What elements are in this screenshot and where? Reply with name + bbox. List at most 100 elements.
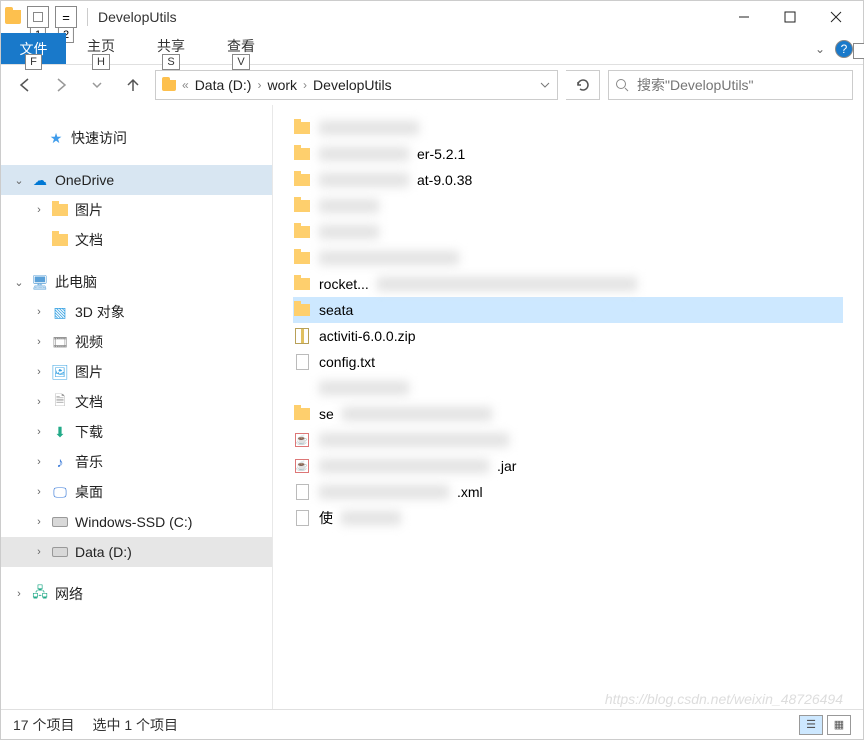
tree-onedrive[interactable]: ⌄ ☁ OneDrive: [1, 165, 272, 195]
tree-videos[interactable]: ›🎞视频: [1, 327, 272, 357]
maximize-button[interactable]: [767, 2, 813, 32]
title-separator: [87, 8, 88, 26]
file-item[interactable]: [293, 245, 843, 271]
chevron-right-icon[interactable]: ›: [33, 336, 45, 348]
tree-network[interactable]: › 🖧 网络: [1, 579, 272, 609]
download-icon: ⬇: [51, 424, 69, 440]
file-item[interactable]: [293, 193, 843, 219]
back-button[interactable]: [11, 71, 39, 99]
file-list[interactable]: er-5.2.1at-9.0.38 rocket...seataactiviti-…: [273, 105, 863, 709]
address-dropdown[interactable]: [539, 79, 551, 91]
chevron-right-icon[interactable]: ›: [33, 426, 45, 438]
selection-count: 选中 1 个项目: [92, 715, 178, 735]
forward-button[interactable]: [47, 71, 75, 99]
tree-3dobjects[interactable]: ›▧3D 对象: [1, 297, 272, 327]
tree-music[interactable]: ›♪音乐: [1, 447, 272, 477]
view-icons-button[interactable]: ▦: [827, 715, 851, 735]
tree-drive-d[interactable]: ›Data (D:): [1, 537, 272, 567]
status-bar: 17 个项目 选中 1 个项目 ☰ ▦: [1, 709, 863, 739]
file-item[interactable]: rocket...: [293, 271, 843, 297]
search-icon: [615, 78, 629, 92]
chevron-right-icon[interactable]: ›: [33, 306, 45, 318]
item-count: 17 个项目: [13, 715, 74, 735]
file-item[interactable]: at-9.0.38: [293, 167, 843, 193]
crumb-0[interactable]: Data (D:): [195, 77, 252, 93]
file-item[interactable]: [293, 219, 843, 245]
crumb-1[interactable]: work: [267, 77, 297, 93]
zip-icon: [293, 327, 311, 345]
file-item[interactable]: activiti-6.0.0.zip: [293, 323, 843, 349]
close-button[interactable]: [813, 2, 859, 32]
chevron-right-icon[interactable]: ›: [33, 366, 45, 378]
tab-share[interactable]: 共享 S: [136, 33, 206, 64]
file-item[interactable]: se: [293, 401, 843, 427]
chevron-right-icon[interactable]: ›: [33, 516, 45, 528]
search-input[interactable]: [635, 76, 846, 94]
file-item[interactable]: seata: [293, 297, 843, 323]
drive-icon: [51, 514, 69, 530]
file-item[interactable]: ☕.jar: [293, 453, 843, 479]
file-item[interactable]: .xml: [293, 479, 843, 505]
tree-label: 快速访问: [71, 128, 127, 148]
chevron-right-icon[interactable]: ›: [33, 546, 45, 558]
chevron-right-icon[interactable]: ›: [33, 456, 45, 468]
tree-this-pc[interactable]: ⌄ 🖥 此电脑: [1, 267, 272, 297]
ribbon-collapse-icon[interactable]: ⌄: [815, 42, 825, 56]
title-bar: 1 = 2 DevelopUtils: [1, 1, 863, 33]
search-box[interactable]: [608, 70, 853, 100]
tree-pictures[interactable]: › 🖼 图片: [1, 357, 272, 387]
file-icon: [293, 509, 311, 527]
tree-documents[interactable]: ›🗎文档: [1, 387, 272, 417]
window-title: DevelopUtils: [98, 9, 177, 25]
folder-icon: [293, 145, 311, 163]
tree-onedrive-docs[interactable]: 文档: [1, 225, 272, 255]
up-button[interactable]: [119, 71, 147, 99]
picture-icon: 🖼: [51, 364, 69, 380]
file-icon: [293, 379, 311, 397]
tree-drive-c[interactable]: › Windows-SSD (C:): [1, 507, 272, 537]
chevron-down-icon[interactable]: ⌄: [13, 276, 25, 289]
chevron-right-icon[interactable]: ›: [33, 204, 45, 216]
file-item[interactable]: [293, 115, 843, 141]
folder-icon: [51, 202, 69, 218]
tab-home[interactable]: 主页 H: [66, 33, 136, 64]
tree-quick-access[interactable]: ★ 快速访问: [1, 123, 272, 153]
address-folder-icon: [162, 80, 176, 91]
qat: 1 = 2: [5, 6, 77, 28]
minimize-button[interactable]: [721, 2, 767, 32]
tree-desktop[interactable]: ›🖵桌面: [1, 477, 272, 507]
tree-label: Windows-SSD (C:): [75, 514, 192, 530]
chevron-down-icon[interactable]: ⌄: [13, 174, 25, 187]
tree-label: 图片: [75, 362, 103, 382]
music-icon: ♪: [51, 454, 69, 470]
cloud-icon: ☁: [31, 172, 49, 188]
explorer-window: 1 = 2 DevelopUtils 文件 F 主页 H 共享 S: [0, 0, 864, 740]
window-controls: [721, 2, 859, 32]
file-item[interactable]: er-5.2.1: [293, 141, 843, 167]
cube-icon: ▧: [51, 304, 69, 320]
crumb-2[interactable]: DevelopUtils: [313, 77, 392, 93]
recent-button[interactable]: [83, 71, 111, 99]
chevron-right-icon[interactable]: ›: [13, 588, 25, 600]
file-item[interactable]: config.txt: [293, 349, 843, 375]
file-tab[interactable]: 文件 F: [1, 33, 66, 64]
jar-icon: ☕: [293, 457, 311, 475]
tree-label: 图片: [75, 200, 103, 220]
main-area: ★ 快速访问 ⌄ ☁ OneDrive › 图片 文档 ⌄ �: [1, 105, 863, 709]
tree-downloads[interactable]: ›⬇下载: [1, 417, 272, 447]
refresh-button[interactable]: [566, 70, 600, 100]
tab-view[interactable]: 查看 V: [206, 33, 276, 64]
chevron-right-icon[interactable]: ›: [33, 486, 45, 498]
file-item[interactable]: ☕: [293, 427, 843, 453]
tree-onedrive-pictures[interactable]: › 图片: [1, 195, 272, 225]
view-details-button[interactable]: ☰: [799, 715, 823, 735]
address-bar[interactable]: « Data (D:) › work › DevelopUtils: [155, 70, 558, 100]
help-button[interactable]: ? E: [835, 40, 853, 58]
chevron-right-icon[interactable]: ›: [33, 396, 45, 408]
file-item[interactable]: 使: [293, 505, 843, 531]
watermark: https://blog.csdn.net/weixin_48726494: [605, 691, 843, 707]
qat-1[interactable]: 1: [27, 6, 49, 28]
qat-2[interactable]: = 2: [55, 6, 77, 28]
file-item[interactable]: [293, 375, 843, 401]
tree-label: 视频: [75, 332, 103, 352]
